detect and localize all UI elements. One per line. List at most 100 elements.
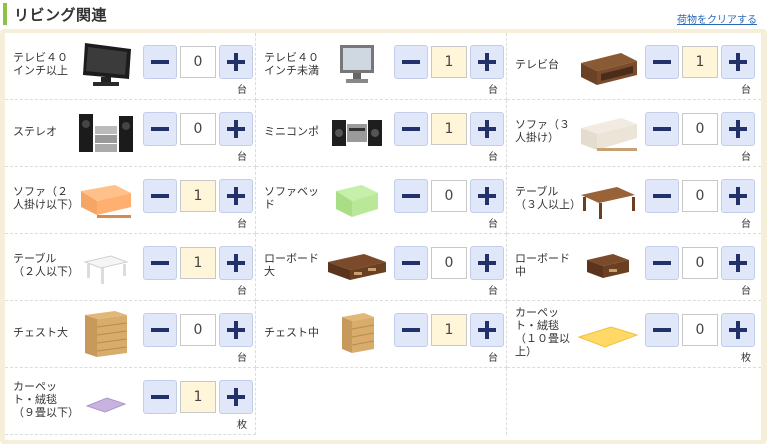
plus-icon bbox=[478, 254, 496, 272]
unit-label: 台 bbox=[488, 286, 498, 297]
decrement-button[interactable] bbox=[394, 112, 428, 146]
plus-icon bbox=[729, 254, 747, 272]
quantity-input[interactable] bbox=[180, 46, 216, 78]
quantity-input[interactable] bbox=[431, 113, 467, 145]
decrement-button[interactable] bbox=[645, 45, 679, 79]
decrement-button[interactable] bbox=[394, 246, 428, 280]
item-name: テレビ４０インチ未満 bbox=[264, 51, 319, 77]
plus-icon bbox=[478, 53, 496, 71]
item-cell: テーブル（３人以上） 台 bbox=[507, 167, 761, 234]
minus-icon bbox=[653, 187, 671, 205]
two-seat-sofa-icon bbox=[75, 173, 137, 225]
decrement-button[interactable] bbox=[143, 112, 177, 146]
sofa-bed-icon bbox=[326, 173, 388, 225]
increment-button[interactable] bbox=[219, 45, 253, 79]
plus-icon bbox=[729, 120, 747, 138]
decrement-button[interactable] bbox=[143, 313, 177, 347]
large-carpet-icon bbox=[577, 307, 639, 359]
item-cell: カーペット・絨毯（１０畳以上） 枚 bbox=[507, 301, 761, 368]
small-carpet-icon bbox=[75, 374, 137, 426]
increment-button[interactable] bbox=[470, 179, 504, 213]
minus-icon bbox=[151, 120, 169, 138]
item-cell: ソファ（２人掛け以下） 台 bbox=[5, 167, 256, 234]
item-cell: テレビ４０インチ未満台 bbox=[256, 33, 507, 100]
quantity-input[interactable] bbox=[682, 247, 718, 279]
plus-icon bbox=[729, 187, 747, 205]
decrement-button[interactable] bbox=[394, 45, 428, 79]
minus-icon bbox=[402, 53, 420, 71]
quantity-input[interactable] bbox=[180, 180, 216, 212]
decrement-button[interactable] bbox=[394, 313, 428, 347]
quantity-input[interactable] bbox=[180, 314, 216, 346]
item-cell: ローボード大台 bbox=[256, 234, 507, 301]
quantity-input[interactable] bbox=[682, 314, 718, 346]
minus-icon bbox=[653, 321, 671, 339]
item-cell: チェスト大台 bbox=[5, 301, 256, 368]
quantity-input[interactable] bbox=[682, 180, 718, 212]
unit-label: 台 bbox=[488, 353, 498, 364]
quantity-input[interactable] bbox=[431, 180, 467, 212]
quantity-input[interactable] bbox=[180, 247, 216, 279]
quantity-input[interactable] bbox=[431, 46, 467, 78]
item-cell: テレビ台台 bbox=[507, 33, 761, 100]
clear-items-link[interactable]: 荷物をクリアする bbox=[677, 11, 757, 26]
decrement-button[interactable] bbox=[143, 380, 177, 414]
quantity-input[interactable] bbox=[431, 247, 467, 279]
unit-label: 枚 bbox=[741, 353, 751, 364]
stereo-icon bbox=[75, 106, 137, 158]
minus-icon bbox=[653, 254, 671, 272]
decrement-button[interactable] bbox=[645, 112, 679, 146]
decrement-button[interactable] bbox=[645, 179, 679, 213]
minus-icon bbox=[402, 254, 420, 272]
increment-button[interactable] bbox=[219, 380, 253, 414]
decrement-button[interactable] bbox=[143, 179, 177, 213]
medium-chest-icon bbox=[326, 307, 388, 359]
quantity-input[interactable] bbox=[180, 381, 216, 413]
plus-icon bbox=[729, 321, 747, 339]
section-title: リビング関連 bbox=[14, 6, 108, 24]
increment-button[interactable] bbox=[470, 313, 504, 347]
item-name: ソファ（３人掛け） bbox=[515, 118, 570, 144]
small-table-icon bbox=[75, 240, 137, 292]
increment-button[interactable] bbox=[219, 179, 253, 213]
increment-button[interactable] bbox=[721, 313, 755, 347]
increment-button[interactable] bbox=[470, 246, 504, 280]
increment-button[interactable] bbox=[470, 45, 504, 79]
quantity-input[interactable] bbox=[431, 314, 467, 346]
decrement-button[interactable] bbox=[143, 246, 177, 280]
tv-stand-icon bbox=[577, 39, 639, 91]
increment-button[interactable] bbox=[721, 246, 755, 280]
empty-cell bbox=[256, 368, 507, 435]
quantity-stepper bbox=[394, 45, 504, 79]
unit-label: 台 bbox=[237, 353, 247, 364]
unit-label: 台 bbox=[741, 219, 751, 230]
plus-icon bbox=[227, 53, 245, 71]
increment-button[interactable] bbox=[219, 313, 253, 347]
three-seat-sofa-icon bbox=[577, 106, 639, 158]
large-tv-icon bbox=[75, 39, 137, 91]
quantity-input[interactable] bbox=[180, 113, 216, 145]
quantity-stepper bbox=[143, 246, 253, 280]
increment-button[interactable] bbox=[219, 246, 253, 280]
minus-icon bbox=[151, 53, 169, 71]
quantity-input[interactable] bbox=[682, 113, 718, 145]
increment-button[interactable] bbox=[470, 112, 504, 146]
increment-button[interactable] bbox=[721, 112, 755, 146]
item-list-frame: テレビ４０インチ以上台テレビ４０インチ未満台テレビ台台ステレオ台ミニコンポ台ソフ… bbox=[0, 29, 767, 444]
increment-button[interactable] bbox=[721, 45, 755, 79]
decrement-button[interactable] bbox=[394, 179, 428, 213]
item-name: チェスト大 bbox=[13, 325, 68, 339]
minus-icon bbox=[653, 120, 671, 138]
decrement-button[interactable] bbox=[645, 313, 679, 347]
large-lowboard-icon bbox=[326, 240, 388, 292]
quantity-stepper bbox=[394, 246, 504, 280]
increment-button[interactable] bbox=[721, 179, 755, 213]
item-cell: ミニコンポ台 bbox=[256, 100, 507, 167]
increment-button[interactable] bbox=[219, 112, 253, 146]
quantity-stepper bbox=[143, 313, 253, 347]
item-name: テレビ台 bbox=[515, 57, 559, 71]
quantity-input[interactable] bbox=[682, 46, 718, 78]
item-name: ステレオ bbox=[13, 124, 57, 138]
decrement-button[interactable] bbox=[143, 45, 177, 79]
decrement-button[interactable] bbox=[645, 246, 679, 280]
